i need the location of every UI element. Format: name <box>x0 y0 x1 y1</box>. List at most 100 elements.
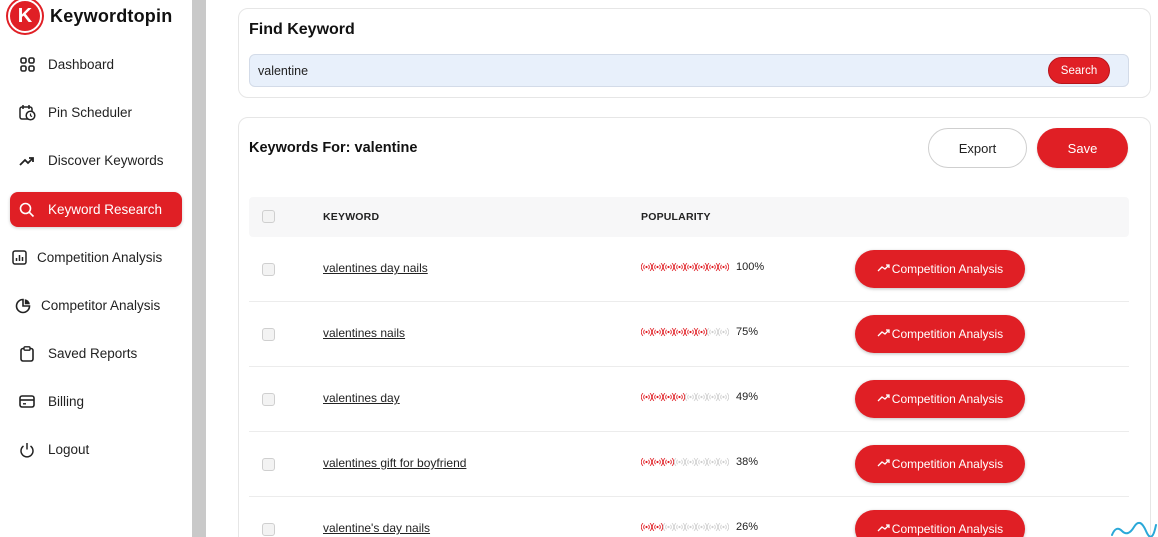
signal-icon-inactive <box>718 521 729 533</box>
find-keyword-title: Find Keyword <box>249 21 355 38</box>
sidebar-item-label: Saved Reports <box>48 346 138 361</box>
competition-analysis-label: Competition Analysis <box>891 457 1004 471</box>
signal-icon-active <box>652 261 663 273</box>
signal-icon-active <box>652 456 663 468</box>
search-bar: Search <box>249 54 1129 87</box>
table-header: KEYWORD POPULARITY <box>249 197 1129 237</box>
sidebar-item-label: Competitor Analysis <box>41 298 161 313</box>
column-header-popularity: POPULARITY <box>641 211 711 223</box>
signal-icon-active <box>652 391 663 403</box>
search-input[interactable] <box>258 55 1018 86</box>
row-checkbox[interactable] <box>262 263 275 276</box>
competition-analysis-label: Competition Analysis <box>891 392 1004 406</box>
signal-icon-inactive <box>674 521 685 533</box>
competition-analysis-button[interactable]: Competition Analysis <box>855 445 1025 483</box>
brand-name: Keywordtopin <box>50 5 173 26</box>
signal-icon-inactive <box>718 391 729 403</box>
sidebar-item-label: Keyword Research <box>48 202 163 217</box>
keywords-results-card: Keywords For: valentine Export Save KEYW… <box>238 117 1151 537</box>
sidebar-item-logout[interactable]: Logout <box>10 432 182 467</box>
sidebar: K Keywordtopin Dashboard Pin Scheduler D… <box>0 0 192 537</box>
competition-analysis-button[interactable]: Competition Analysis <box>855 510 1025 537</box>
signal-icon-active <box>663 456 674 468</box>
trend-icon <box>877 393 891 405</box>
signal-icon-active <box>707 261 718 273</box>
table-row: valentines gift for boyfriend 38% Competit… <box>249 432 1129 497</box>
signal-icon-active <box>685 326 696 338</box>
popularity-meter: 49% <box>641 391 758 403</box>
sidebar-item-label: Discover Keywords <box>48 153 164 168</box>
sidebar-item-competition-analysis[interactable]: Competition Analysis <box>2 240 188 275</box>
row-checkbox[interactable] <box>262 523 275 536</box>
sidebar-item-pin-scheduler[interactable]: Pin Scheduler <box>10 95 182 130</box>
popularity-value: 100% <box>736 261 765 273</box>
export-button[interactable]: Export <box>928 128 1027 168</box>
logo-mark-icon: K <box>8 0 42 33</box>
signal-icon-active <box>641 456 652 468</box>
competition-analysis-button[interactable]: Competition Analysis <box>855 380 1025 418</box>
sidebar-item-label: Pin Scheduler <box>48 105 133 120</box>
signal-icon-inactive <box>685 391 696 403</box>
popularity-meter: 100% <box>641 261 764 273</box>
signal-icon-active <box>652 326 663 338</box>
signal-icon-inactive <box>707 326 718 338</box>
save-button[interactable]: Save <box>1037 128 1128 168</box>
signal-icon-inactive <box>696 456 707 468</box>
sidebar-item-label: Dashboard <box>48 57 115 72</box>
keyword-link[interactable]: valentines nails <box>323 326 405 340</box>
keyword-link[interactable]: valentines day nails <box>323 261 428 275</box>
results-title: Keywords For: valentine <box>249 140 418 156</box>
popularity-meter: 38% <box>641 456 758 468</box>
table-row: valentines day 49% Competition Analysis <box>249 367 1129 432</box>
table-row: valentines day nails 100% Competition Anal… <box>249 237 1129 302</box>
competition-analysis-button[interactable]: Competition Analysis <box>855 250 1025 288</box>
signal-icon-inactive <box>685 521 696 533</box>
corner-watermark-logo <box>1111 521 1157 537</box>
sidebar-item-keyword-research[interactable]: Keyword Research <box>10 192 182 227</box>
search-button[interactable]: Search <box>1048 57 1110 84</box>
trend-icon <box>877 263 891 275</box>
signal-icon-inactive <box>718 326 729 338</box>
competition-analysis-button[interactable]: Competition Analysis <box>855 315 1025 353</box>
signal-icon-active <box>663 391 674 403</box>
signal-icon-active <box>652 521 663 533</box>
sidebar-item-billing[interactable]: Billing <box>10 384 182 419</box>
trend-icon <box>877 523 891 535</box>
clipboard-icon <box>17 344 37 364</box>
brand-logo[interactable]: K Keywordtopin <box>8 0 173 33</box>
sidebar-item-dashboard[interactable]: Dashboard <box>10 47 182 82</box>
pie-chart-icon <box>13 296 33 316</box>
signal-icon-active <box>663 261 674 273</box>
popularity-value: 38% <box>736 456 759 468</box>
trend-icon <box>17 151 37 171</box>
row-checkbox[interactable] <box>262 393 275 406</box>
select-all-checkbox[interactable] <box>262 210 275 223</box>
competition-analysis-label: Competition Analysis <box>891 522 1004 536</box>
signal-icon-inactive <box>663 521 674 533</box>
row-checkbox[interactable] <box>262 458 275 471</box>
sidebar-item-discover-keywords[interactable]: Discover Keywords <box>10 143 182 178</box>
popularity-value: 49% <box>736 391 759 403</box>
keyword-link[interactable]: valentines gift for boyfriend <box>323 456 466 470</box>
signal-icon-active <box>674 391 685 403</box>
sidebar-item-competitor-analysis[interactable]: Competitor Analysis <box>6 288 192 323</box>
signal-icon-inactive <box>696 391 707 403</box>
main-content: Find Keyword Search Keywords For: valent… <box>206 0 1158 537</box>
signal-icon-inactive <box>718 456 729 468</box>
signal-icon-inactive <box>707 391 718 403</box>
sidebar-scrollbar[interactable] <box>192 0 206 537</box>
signal-icon-active <box>641 261 652 273</box>
sidebar-item-saved-reports[interactable]: Saved Reports <box>10 336 182 371</box>
grid-icon <box>17 55 37 75</box>
signal-icon-active <box>641 391 652 403</box>
popularity-value: 75% <box>736 326 759 338</box>
app-window: K Keywordtopin Dashboard Pin Scheduler D… <box>0 0 1158 537</box>
keyword-link[interactable]: valentine's day nails <box>323 521 430 535</box>
popularity-meter: 75% <box>641 326 758 338</box>
keyword-link[interactable]: valentines day <box>323 391 400 405</box>
popularity-meter: 26% <box>641 521 758 533</box>
sidebar-item-label: Billing <box>48 394 85 409</box>
signal-icon-active <box>641 521 652 533</box>
row-checkbox[interactable] <box>262 328 275 341</box>
signal-icon-active <box>718 261 729 273</box>
